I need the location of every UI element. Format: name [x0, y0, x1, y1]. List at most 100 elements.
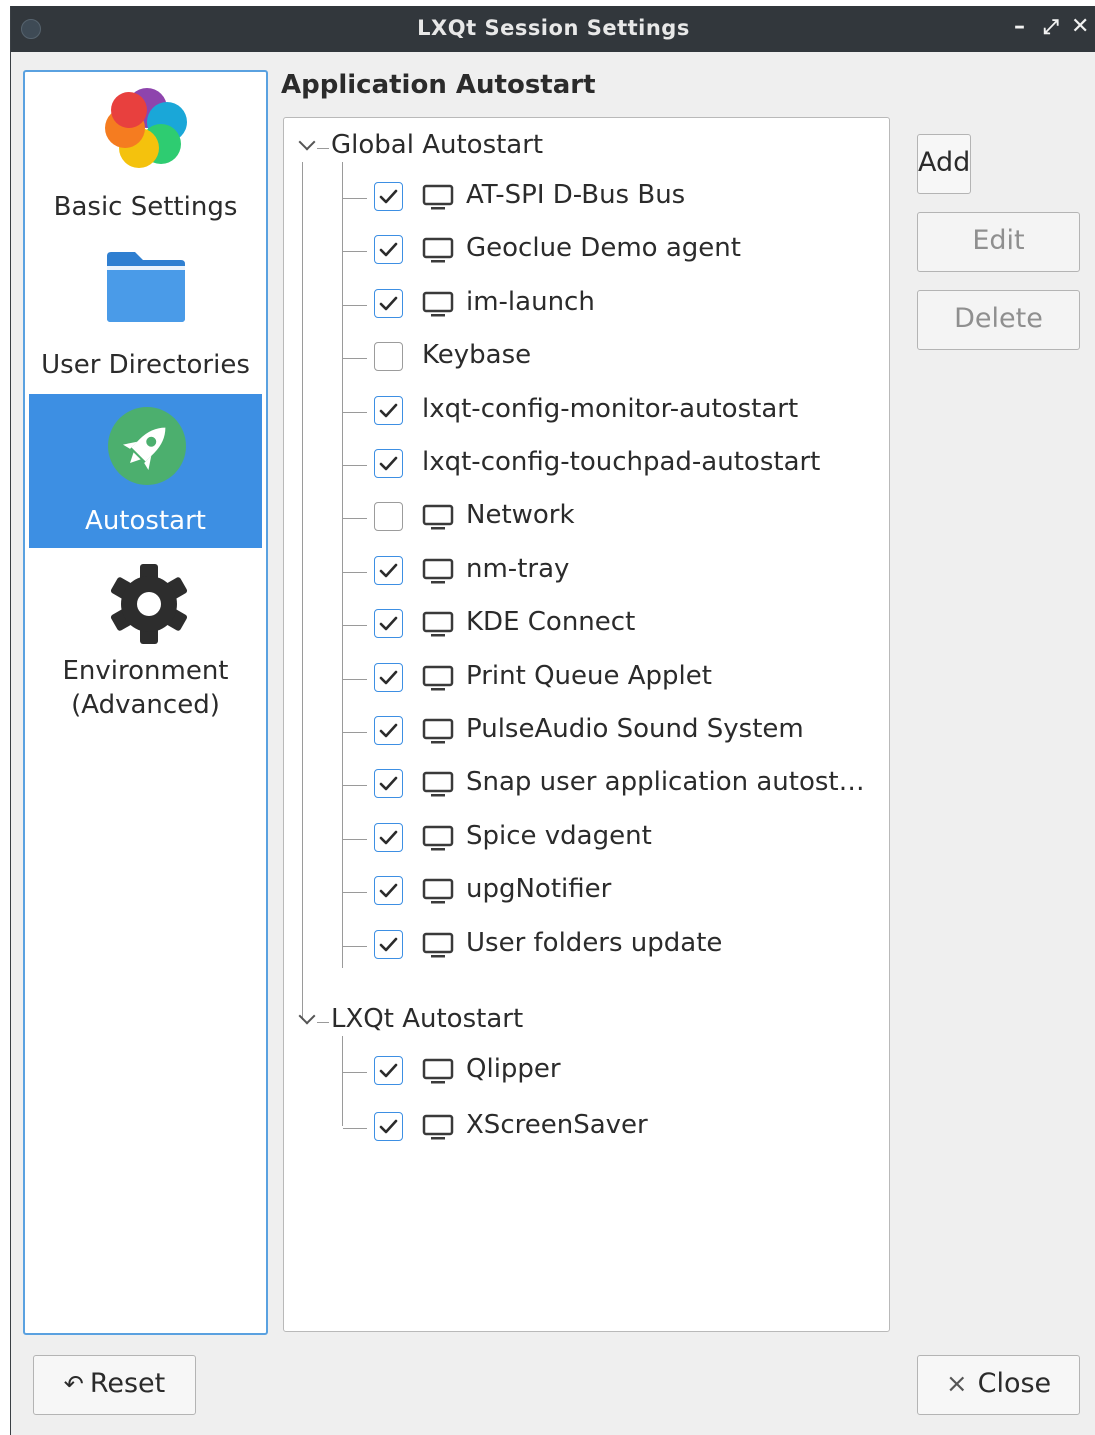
checkmark-icon: [379, 403, 398, 417]
section-heading: Application Autostart: [281, 70, 596, 100]
monitor-icon: [422, 611, 454, 646]
checkmark-icon: [379, 296, 398, 311]
checkbox-checked[interactable]: [374, 822, 403, 852]
sidebar-item-label: User Directories: [41, 350, 250, 380]
autostart-entry-label: Geoclue Demo agent: [466, 233, 741, 264]
tree-connector: [343, 304, 367, 306]
tree-connector: [343, 571, 367, 573]
tree-connector: [343, 1072, 367, 1073]
chevron-down-icon[interactable]: [298, 133, 316, 151]
autostart-entry[interactable]: Print Queue Applet: [374, 659, 884, 699]
tree-connector: [342, 162, 343, 968]
autostart-entry-label: User folders update: [466, 927, 723, 958]
autostart-entry[interactable]: AT-SPI D-Bus Bus: [374, 178, 884, 218]
checkbox-checked[interactable]: [374, 288, 403, 318]
tree-connector: [317, 148, 329, 149]
tree-connector: [343, 732, 367, 733]
checkmark-icon: [379, 1063, 398, 1078]
autostart-entry-label: AT-SPI D-Bus Bus: [466, 180, 686, 210]
monitor-icon: [422, 1058, 454, 1093]
autostart-entry[interactable]: upgNotifier: [374, 872, 884, 912]
autostart-entry-label: im-launch: [466, 286, 595, 317]
tree-connector: [343, 838, 367, 840]
checkbox-checked[interactable]: [374, 449, 403, 478]
autostart-entry[interactable]: im-launch: [374, 285, 884, 325]
checkbox-checked[interactable]: [374, 555, 403, 585]
autostart-entry-label: Snap user application autost…: [466, 767, 865, 798]
autostart-entry[interactable]: PulseAudio Sound System: [374, 712, 884, 752]
sidebar-item-user-directories[interactable]: User Directories: [29, 242, 262, 392]
rocket-icon: [108, 407, 186, 485]
sidebar-item-basic-settings[interactable]: Basic Settings: [29, 72, 262, 232]
autostart-entry[interactable]: XScreenSaver: [374, 1108, 884, 1148]
tree-connector: [343, 678, 367, 680]
sidebar-item-label: Environment: [62, 656, 229, 686]
autostart-entry[interactable]: Keybase: [374, 338, 884, 378]
autostart-entry[interactable]: Geoclue Demo agent: [374, 231, 884, 271]
monitor-icon: [422, 665, 454, 700]
sidebar-item-label-wrap: Environment (Advanced): [29, 654, 262, 722]
autostart-entry-label: nm-tray: [466, 553, 570, 584]
autostart-tree[interactable]: Global Autostart AT-SPI D-Bus Bus Geoclue…: [283, 117, 890, 1332]
checkbox-checked[interactable]: [374, 769, 403, 799]
autostart-entry-label: PulseAudio Sound System: [466, 714, 804, 744]
sidebar-item-environment[interactable]: Environment (Advanced): [29, 556, 262, 736]
tree-group-lxqt-autostart[interactable]: LXQt Autostart: [331, 1004, 523, 1034]
autostart-entry[interactable]: User folders update: [374, 926, 884, 966]
checkbox-checked[interactable]: [374, 716, 403, 745]
tree-connector: [343, 251, 367, 253]
title-bar[interactable]: LXQt Session Settings – ⤢ ✕: [11, 6, 1095, 52]
monitor-icon: [422, 237, 454, 272]
add-button[interactable]: Add: [917, 134, 972, 194]
checkbox-unchecked[interactable]: [374, 502, 403, 532]
checkmark-icon: [379, 189, 398, 204]
tree-connector: [302, 162, 303, 1020]
checkbox-checked[interactable]: [374, 662, 403, 692]
autostart-entry[interactable]: Qlipper: [374, 1052, 884, 1092]
tree-connector: [343, 465, 367, 466]
settings-sidebar: Basic Settings User Directories Autostar…: [23, 70, 268, 1335]
monitor-icon: [422, 825, 454, 860]
autostart-entry[interactable]: Snap user application autost…: [374, 765, 884, 805]
minimize-button[interactable]: –: [1014, 14, 1025, 39]
autostart-entry[interactable]: KDE Connect: [374, 605, 884, 645]
autostart-entry[interactable]: Network: [374, 498, 884, 538]
edit-button[interactable]: Edit: [917, 212, 1080, 272]
monitor-icon: [422, 504, 454, 539]
autostart-entry[interactable]: nm-tray: [374, 552, 884, 592]
tree-connector: [343, 785, 367, 787]
delete-button[interactable]: Delete: [917, 290, 1080, 350]
autostart-entry-label: Qlipper: [466, 1054, 561, 1084]
reset-button[interactable]: ↶ Reset: [33, 1355, 196, 1415]
monitor-icon: [422, 771, 454, 806]
monitor-icon: [422, 558, 454, 593]
checkbox-checked[interactable]: [374, 609, 403, 639]
checkbox-unchecked[interactable]: [374, 342, 403, 372]
checkbox-checked[interactable]: [374, 182, 403, 211]
autostart-entry[interactable]: lxqt-config-monitor-autostart: [374, 392, 884, 432]
autostart-entry-label: Keybase: [422, 340, 532, 371]
maximize-button[interactable]: ⤢: [1043, 14, 1059, 38]
checkbox-checked[interactable]: [374, 876, 403, 906]
checkmark-icon: [379, 883, 398, 898]
tree-group-global-autostart[interactable]: Global Autostart: [331, 130, 543, 160]
close-window-button[interactable]: ✕: [1071, 14, 1089, 39]
checkbox-checked[interactable]: [374, 395, 403, 425]
monitor-icon: [422, 932, 454, 967]
tree-connector: [343, 625, 367, 627]
checkbox-checked[interactable]: [374, 1112, 403, 1141]
autostart-entry[interactable]: lxqt-config-touchpad-autostart: [374, 445, 884, 485]
checkbox-checked[interactable]: [374, 1056, 403, 1085]
checkmark-icon: [379, 830, 398, 845]
close-label: Close: [977, 1368, 1052, 1399]
autostart-entry-label: XScreenSaver: [466, 1110, 648, 1140]
autostart-entry-label: lxqt-config-touchpad-autostart: [422, 447, 821, 477]
checkbox-checked[interactable]: [374, 929, 403, 959]
close-button[interactable]: × Close: [917, 1355, 1080, 1415]
autostart-entry[interactable]: Spice vdagent: [374, 819, 884, 859]
autostart-entry-label: Spice vdagent: [466, 820, 652, 851]
sidebar-item-autostart[interactable]: Autostart: [29, 394, 262, 548]
close-icon: ×: [945, 1369, 968, 1399]
checkbox-checked[interactable]: [374, 235, 403, 265]
checkmark-icon: [379, 937, 398, 951]
